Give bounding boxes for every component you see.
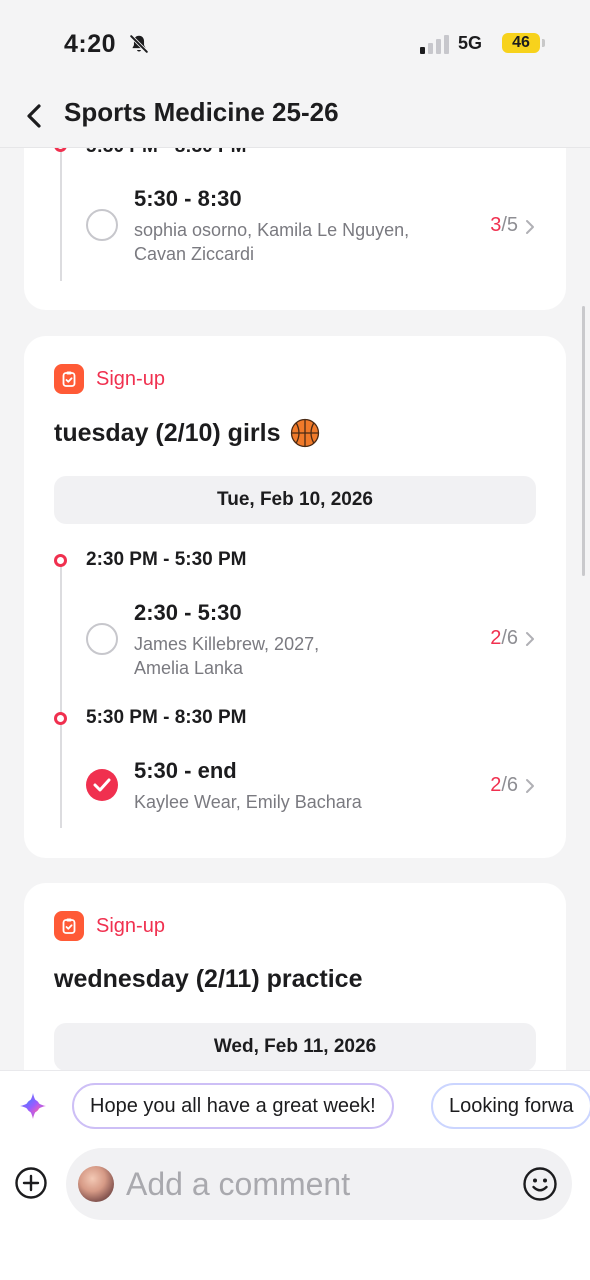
- event-title: wednesday (2/11) practice: [54, 965, 363, 993]
- slot-time: 5:30 PM - 8:30 PM: [86, 707, 247, 728]
- shift-names: sophia osorno, Kamila Le Nguyen, Cavan Z…: [134, 220, 410, 264]
- event-title: tuesday (2/10) girls: [54, 418, 320, 448]
- slot-time: 2:30 PM - 5:30 PM: [86, 549, 247, 570]
- tag-label: Sign-up: [96, 367, 165, 390]
- shift-radio[interactable]: [86, 623, 118, 655]
- signup-card: Sign-up wednesday (2/11) practice Wed, F…: [24, 883, 566, 1070]
- shift-title: 5:30 - 8:30: [134, 186, 242, 211]
- cellular-signal-icon: [420, 35, 449, 54]
- date-header: Tue, Feb 10, 2026: [54, 476, 536, 524]
- suggested-replies: Hope you all have a great week! Looking …: [0, 1070, 590, 1142]
- checkmark-icon: [93, 778, 111, 792]
- clipboard-check-icon: [54, 364, 84, 394]
- shift-radio[interactable]: [86, 209, 118, 241]
- shift-count: 2/6: [490, 627, 518, 649]
- bell-slash-icon: [129, 34, 149, 54]
- status-time: 4:20: [64, 30, 117, 58]
- date-header: Wed, Feb 11, 2026: [54, 1023, 536, 1070]
- chevron-right-icon: [526, 220, 534, 234]
- smiley-icon[interactable]: [522, 1166, 558, 1202]
- scrollbar[interactable]: [582, 306, 585, 576]
- status-bar: 4:20 5G 46: [0, 0, 590, 86]
- shift-count: 3/5: [490, 214, 518, 236]
- avatar: [78, 1166, 114, 1202]
- back-chevron-icon[interactable]: [20, 100, 50, 132]
- shift-title: 2:30 - 5:30: [134, 600, 242, 625]
- comment-input[interactable]: [126, 1162, 506, 1206]
- suggestion-chip[interactable]: Looking forwa: [431, 1083, 590, 1129]
- chevron-right-icon: [526, 779, 534, 793]
- feed[interactable]: 5:30 PM - 8:30 PM 5:30 - 8:30 sophia oso…: [0, 148, 590, 1070]
- shift-names: James Killebrew, 2027, Amelia Lanka: [134, 634, 320, 678]
- slot-time: 5:30 PM - 8:30 PM: [86, 148, 247, 158]
- timeline-line: [60, 148, 62, 281]
- shift-title: 5:30 - end: [134, 758, 237, 783]
- signup-tag: Sign-up: [54, 911, 165, 941]
- suggestion-chip[interactable]: Hope you all have a great week!: [72, 1083, 394, 1129]
- shift-names: Kaylee Wear, Emily Bachara: [134, 792, 362, 812]
- slot-dot: [54, 148, 67, 152]
- shift-radio-checked[interactable]: [86, 769, 118, 801]
- comment-composer: [0, 1142, 590, 1280]
- network-type: 5G: [458, 33, 483, 53]
- signup-card: 5:30 PM - 8:30 PM 5:30 - 8:30 sophia oso…: [24, 148, 566, 310]
- tag-label: Sign-up: [96, 914, 165, 937]
- timeline-line: [60, 558, 62, 828]
- nav-bar: Sports Medicine 25-26: [0, 86, 590, 148]
- battery-indicator: 46: [502, 33, 545, 53]
- clipboard-check-icon: [54, 911, 84, 941]
- shift-count: 2/6: [490, 774, 518, 796]
- basketball-icon: [291, 418, 320, 448]
- slot-dot: [54, 712, 67, 725]
- slot-dot: [54, 554, 67, 567]
- comment-input-wrapper[interactable]: [66, 1148, 572, 1220]
- chevron-right-icon: [526, 632, 534, 646]
- signup-card: Sign-up tuesday (2/10) girls Tue, Feb 10…: [24, 336, 566, 858]
- page-title: Sports Medicine 25-26: [64, 97, 339, 127]
- ai-sparkle-icon[interactable]: [18, 1091, 48, 1121]
- plus-circle-icon[interactable]: [14, 1166, 48, 1200]
- signup-tag: Sign-up: [54, 364, 165, 394]
